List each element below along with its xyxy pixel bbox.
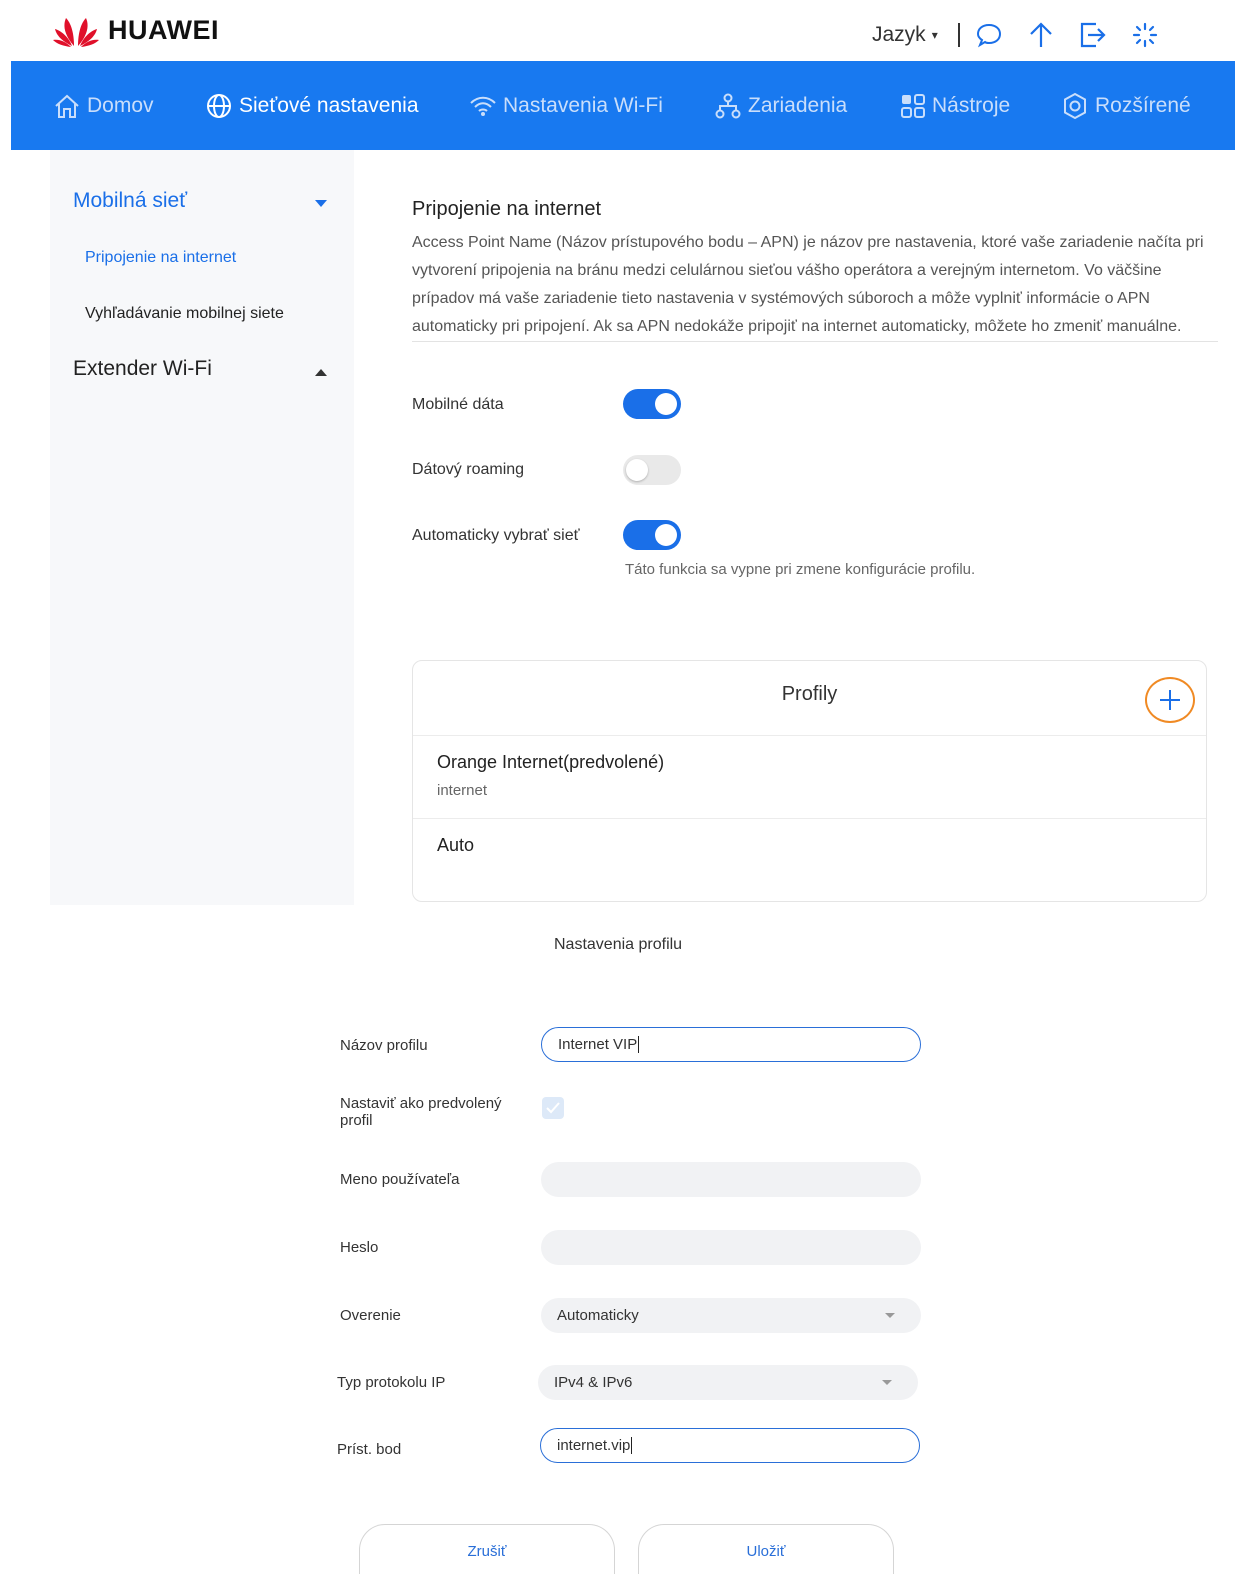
password-label: Heslo — [340, 1239, 379, 1256]
add-profile-button[interactable] — [1145, 677, 1195, 723]
nav-label: Zariadenia — [748, 93, 848, 117]
logout-icon[interactable] — [1078, 20, 1108, 50]
header-actions: Jazyk ▾ — [872, 18, 1182, 52]
default-profile-checkbox[interactable] — [542, 1097, 564, 1119]
profile-item-name[interactable]: Auto — [437, 835, 474, 856]
chevron-up-icon[interactable] — [315, 369, 327, 376]
divider — [413, 818, 1206, 819]
tools-icon — [901, 93, 925, 118]
sidebar-item-vyhladavanie[interactable]: Vyhľadávanie mobilnej siete — [85, 305, 284, 323]
nav-label: Nástroje — [932, 93, 1011, 117]
sidebar-item-pripojenie[interactable]: Pripojenie na internet — [85, 249, 236, 267]
auto-network-label: Automaticky vybrať sieť — [412, 527, 580, 544]
ip-type-select[interactable]: IPv4 & IPv6 — [538, 1365, 918, 1400]
sidebar: Mobilná sieť Pripojenie na internet Vyhľ… — [50, 150, 354, 905]
divider — [412, 341, 1218, 342]
huawei-logo-icon — [53, 18, 99, 47]
nav-label: Nastavenia Wi-Fi — [503, 93, 663, 117]
auth-value: Automaticky — [557, 1307, 639, 1324]
nav-rozsirene[interactable]: Rozšírené — [1061, 61, 1191, 150]
text-cursor — [638, 1036, 640, 1053]
username-label: Meno používateľa — [340, 1171, 460, 1188]
profile-settings-title: Nastavenia profilu — [554, 936, 683, 953]
caret-down-icon: ▾ — [931, 28, 938, 42]
nav-nastavenia-wifi[interactable]: Nastavenia Wi-Fi — [469, 61, 663, 150]
divider — [413, 735, 1206, 736]
nav-sietove-nastavenia[interactable]: Sieťové nastavenia — [205, 61, 419, 150]
sidebar-group-label: Extender Wi-Fi — [73, 357, 212, 380]
loading-spinner-icon — [1130, 20, 1160, 50]
password-input[interactable] — [541, 1230, 921, 1265]
page-title: Pripojenie na internet — [412, 198, 602, 220]
nav-domov[interactable]: Domov — [53, 61, 154, 150]
main-nav: Domov Sieťové nastavenia Nastavenia Wi-F… — [11, 61, 1235, 150]
language-dropdown[interactable]: Jazyk ▾ — [872, 23, 938, 47]
dropdown-arrow-icon — [885, 1313, 895, 1318]
upload-arrow-icon[interactable] — [1026, 20, 1056, 50]
sidebar-group-label: Mobilná sieť — [73, 189, 188, 212]
nav-nastroje[interactable]: Nástroje — [900, 61, 1010, 150]
profile-name-input[interactable]: Internet VIP — [541, 1027, 921, 1062]
devices-icon — [715, 93, 741, 118]
plus-icon — [1160, 690, 1180, 710]
home-icon — [55, 94, 79, 118]
apn-label: Príst. bod — [337, 1441, 402, 1458]
profile-name-label: Názov profilu — [340, 1037, 428, 1054]
text-cursor — [631, 1437, 633, 1454]
brand-name: HUAWEI — [108, 14, 219, 45]
username-input[interactable] — [541, 1162, 921, 1197]
gear-icon — [1064, 92, 1086, 119]
chat-icon[interactable] — [974, 20, 1004, 50]
dropdown-arrow-icon — [882, 1380, 892, 1385]
data-roaming-toggle[interactable] — [623, 455, 681, 485]
language-label: Jazyk — [872, 23, 926, 46]
apn-value: internet.vip — [557, 1437, 631, 1454]
cancel-button[interactable]: Zrušiť — [359, 1524, 615, 1574]
checkmark-icon — [546, 1102, 560, 1114]
nav-label: Domov — [87, 93, 154, 117]
profile-name-value: Internet VIP — [558, 1036, 638, 1053]
apn-input[interactable]: internet.vip — [540, 1428, 920, 1463]
save-button[interactable]: Uložiť — [638, 1524, 894, 1574]
globe-icon — [207, 93, 231, 118]
sidebar-group-mobilna-siet[interactable]: Mobilná sieť — [73, 189, 187, 213]
mobile-data-label: Mobilné dáta — [412, 396, 504, 413]
chevron-down-icon[interactable] — [315, 200, 327, 207]
auth-label: Overenie — [340, 1307, 401, 1324]
profile-item-name[interactable]: Orange Internet(predvolené) — [437, 752, 664, 773]
auto-network-hint: Táto funkcia sa vypne pri zmene konfigur… — [625, 561, 976, 578]
nav-zariadenia[interactable]: Zariadenia — [714, 61, 847, 150]
auto-network-toggle[interactable] — [623, 520, 681, 550]
profile-item-apn: internet — [437, 782, 488, 799]
ip-type-label: Typ protokolu IP — [337, 1374, 446, 1391]
nav-label: Sieťové nastavenia — [239, 93, 419, 117]
huawei-logo: HUAWEI — [52, 12, 219, 48]
page-description: Access Point Name (Názov prístupového bo… — [412, 234, 1204, 335]
wifi-icon — [470, 96, 496, 116]
ip-type-value: IPv4 & IPv6 — [554, 1374, 633, 1391]
default-profile-label: Nastaviť ako predvolený profil — [340, 1095, 502, 1129]
nav-label: Rozšírené — [1095, 93, 1191, 117]
data-roaming-label: Dátový roaming — [412, 461, 525, 478]
profiles-title: Profily — [781, 683, 838, 705]
auth-select[interactable]: Automaticky — [541, 1298, 921, 1333]
header-divider — [957, 23, 960, 47]
mobile-data-toggle[interactable] — [623, 389, 681, 419]
profiles-card: Profily Orange Internet(predvolené) inte… — [412, 660, 1207, 902]
sidebar-group-extender-wifi[interactable]: Extender Wi-Fi — [73, 357, 212, 381]
